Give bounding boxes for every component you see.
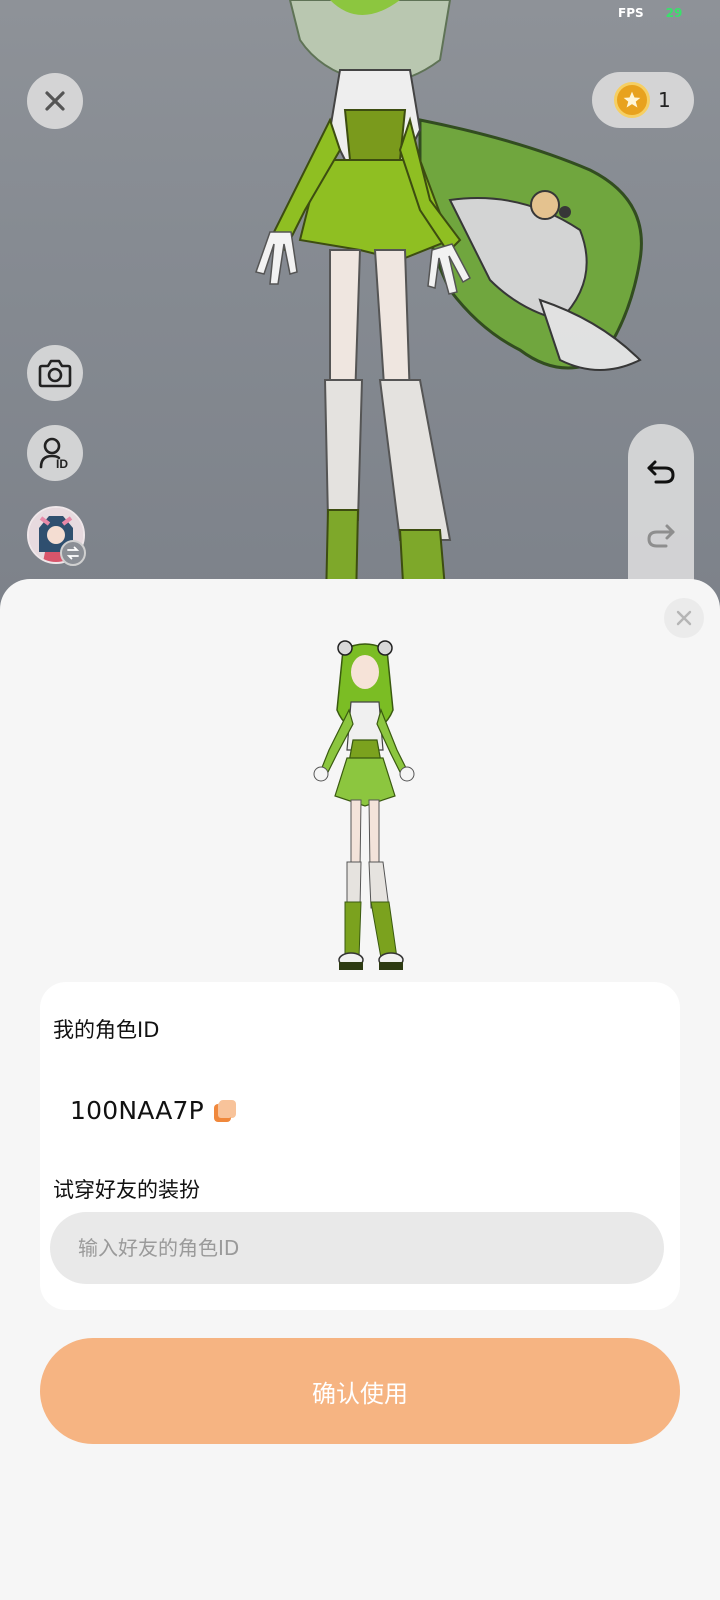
redo-button[interactable] — [643, 518, 679, 554]
undo-icon — [647, 460, 675, 484]
fps-counter: FPS 29 — [618, 6, 682, 20]
my-character-id-row: 100NAA7P — [70, 1096, 238, 1125]
profile-id-icon: ID — [39, 437, 68, 470]
profile-id-button[interactable]: ID — [27, 425, 83, 481]
avatar-scene-view[interactable]: FPS 29 1 ID — [0, 0, 720, 600]
close-icon — [676, 610, 692, 626]
svg-text:ID: ID — [56, 457, 68, 470]
fps-label: FPS — [618, 6, 644, 20]
character-id-card: 我的角色ID 100NAA7P 试穿好友的装扮 — [40, 982, 680, 1310]
my-character-id-label: 我的角色ID — [53, 1018, 160, 1042]
history-panel — [628, 424, 694, 600]
coin-balance[interactable]: 1 — [592, 72, 694, 128]
close-button[interactable] — [27, 73, 83, 129]
my-character-id-value: 100NAA7P — [70, 1096, 204, 1125]
confirm-use-button[interactable]: 确认使用 — [40, 1338, 680, 1444]
undo-button[interactable] — [643, 454, 679, 490]
fps-value: 29 — [665, 6, 683, 20]
friend-character-id-input[interactable] — [50, 1212, 664, 1284]
star-coin-icon — [614, 82, 650, 118]
camera-button[interactable] — [27, 345, 83, 401]
sheet-close-button[interactable] — [664, 598, 704, 638]
close-icon — [45, 91, 65, 111]
character-preview — [313, 640, 415, 970]
coin-count: 1 — [658, 88, 671, 112]
copy-icon[interactable] — [212, 1098, 238, 1124]
redo-icon — [647, 524, 675, 548]
camera-icon — [38, 359, 72, 388]
swap-avatar-button[interactable] — [60, 540, 86, 566]
swap-icon — [66, 546, 80, 560]
try-on-friend-outfit-label: 试穿好友的装扮 — [53, 1178, 200, 1202]
